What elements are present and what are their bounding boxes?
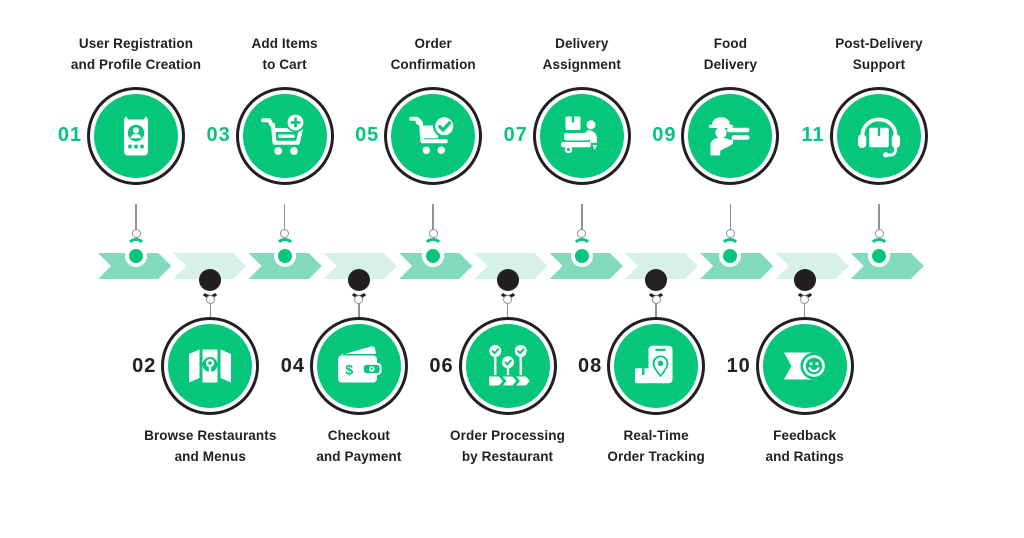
workflow-check-icon — [484, 342, 532, 390]
step-circle-row: 11 00 — [793, 86, 965, 185]
step-11[interactable]: Post-DeliverySupport 11 00 — [779, 34, 979, 185]
connector-stem — [135, 204, 137, 232]
step-icon-circle[interactable] — [384, 86, 483, 185]
step-number: 03 — [206, 124, 231, 147]
delivery-scooter-icon — [558, 112, 606, 160]
connector-ring — [577, 229, 587, 238]
step-label: Food Delivery — [703, 36, 758, 72]
step-icon-circle[interactable] — [235, 86, 334, 185]
connector-ring — [725, 229, 735, 238]
step-label: Delivery Assignment — [542, 36, 621, 72]
connector-stem — [581, 204, 583, 232]
track-node-dot — [868, 245, 890, 267]
step-number: 01 — [57, 124, 83, 147]
step-icon-circle[interactable] — [681, 86, 780, 185]
step-label: User Registration and Profile Creation — [70, 36, 202, 72]
step-label: Feedback and Ratings — [765, 428, 844, 464]
step-number: 08 — [577, 354, 603, 377]
connector-stem — [878, 204, 880, 232]
connector-ring — [428, 229, 438, 238]
feedback-smile-icon — [781, 342, 829, 390]
step-label: Browse Restaurants and Menus — [144, 428, 277, 464]
step-icon-circle[interactable] — [458, 317, 557, 415]
cart-plus-icon — [260, 112, 309, 160]
step-label: Add Items to Cart — [251, 36, 318, 72]
step-number: 11 — [801, 124, 825, 147]
step-number: 04 — [280, 354, 306, 377]
step-icon-circle[interactable] — [161, 317, 260, 415]
svg-text:$: $ — [345, 362, 353, 378]
step-label: Order Processing by Restaurant — [450, 428, 565, 464]
mobile-profile-icon — [112, 112, 160, 160]
connector-stem — [432, 204, 434, 232]
step-icon-circle[interactable] — [755, 317, 854, 415]
wallet-money-icon: $ — [335, 342, 383, 390]
step-icon-circle[interactable] — [532, 86, 631, 185]
delivery-person-icon — [706, 112, 754, 160]
step-number: 05 — [355, 124, 380, 147]
step-label: Checkout and Payment — [316, 428, 402, 464]
step-label: Order Confirmation — [390, 36, 476, 72]
step-number: 06 — [429, 354, 454, 377]
connector-ring — [280, 229, 290, 238]
step-circle-row: 10 00 — [719, 317, 891, 415]
step-10[interactable]: 10 00 Feedbackand Ratings — [705, 317, 905, 468]
connector-stem — [283, 204, 286, 232]
headset-support-icon — [855, 112, 903, 160]
phone-tracking-icon — [632, 342, 680, 390]
step-icon-circle[interactable]: $ — [309, 317, 408, 415]
step-number: 10 — [726, 354, 751, 377]
connector-ring — [874, 229, 884, 238]
step-number: 07 — [503, 124, 528, 147]
infographic-canvas: User Registration and Profile Creation 01… — [0, 0, 1024, 538]
step-label: Real-Time Order Tracking — [607, 428, 705, 464]
track-node-dot — [570, 245, 593, 267]
track-node-dot — [273, 245, 296, 267]
map-location-icon — [186, 342, 234, 390]
connector-ring — [131, 229, 141, 238]
connector-stem — [729, 204, 732, 232]
step-label: Post-Delivery Support — [835, 36, 923, 72]
step-number: 09 — [652, 124, 677, 147]
step-icon-circle[interactable] — [87, 86, 185, 185]
cart-check-icon — [409, 112, 457, 160]
track-node-dot — [125, 245, 147, 267]
step-number: 02 — [132, 354, 157, 377]
step-icon-circle[interactable] — [607, 317, 706, 415]
step-icon-circle[interactable] — [830, 86, 928, 185]
